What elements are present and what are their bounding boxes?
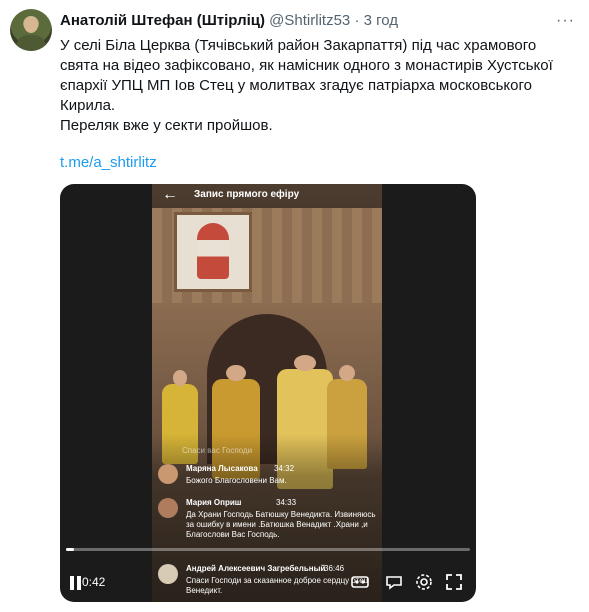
commenter-avatar — [158, 498, 178, 518]
tweet-text-paragraph-1: У селі Біла Церква (Тячівський район Зак… — [60, 37, 553, 114]
icon-painting — [174, 212, 252, 292]
saint-figure — [197, 223, 229, 279]
pause-icon[interactable] — [70, 576, 82, 590]
avatar-face — [24, 17, 38, 33]
commenter-avatar — [158, 464, 178, 484]
back-arrow-icon: ← — [162, 186, 178, 203]
commenter-name: Мария Оприш — [186, 498, 242, 507]
commenter-name: Маряна Лысакова — [186, 464, 258, 473]
video-frame: ← Запис прямого ефіру Спаси вас Господи … — [152, 184, 382, 602]
video-controls: 0:42 — [60, 556, 476, 602]
tweet-text: У селі Біла Церква (Тячівський район Зак… — [60, 36, 572, 136]
live-title: Запис прямого ефіру — [194, 189, 300, 200]
comment-time: 34:32 — [274, 464, 295, 473]
settings-gear-icon[interactable] — [414, 572, 434, 592]
video-timecode: 0:42 — [82, 575, 106, 589]
more-horizontal-icon[interactable]: ··· — [556, 12, 575, 30]
avatar-body — [16, 35, 46, 51]
author-name[interactable]: Анатолій Штефан (Штірліц) — [60, 12, 265, 29]
tweet-card[interactable]: Анатолій Штефан (Штірліц) @Shtirlitz53 ·… — [0, 0, 589, 612]
comment-text: Божого Благословени Вам. — [186, 476, 287, 485]
video-progress-bar[interactable] — [66, 548, 470, 551]
author-handle[interactable]: @Shtirlitz53 — [269, 12, 350, 29]
video-progress-fill — [66, 548, 75, 551]
tweet-time[interactable]: 3 год — [364, 12, 398, 29]
avatar[interactable] — [10, 9, 52, 51]
gif-icon[interactable] — [350, 572, 370, 592]
video-player[interactable]: ← Запис прямого ефіру Спаси вас Господи … — [60, 184, 476, 602]
comment-text: Да Храни Господь Батюшку Венедикта. Изви… — [186, 510, 376, 539]
live-topbar: ← Запис прямого ефіру — [152, 184, 382, 208]
faded-comment: Спаси вас Господи — [182, 446, 253, 455]
captions-icon[interactable] — [384, 572, 404, 592]
comment-time: 34:33 — [276, 498, 297, 507]
separator-dot: · — [354, 12, 360, 29]
fullscreen-icon[interactable] — [444, 572, 464, 592]
tweet-text-paragraph-2: Переляк вже у секти пройшов. — [60, 117, 273, 134]
tweet-header: Анатолій Штефан (Штірліц) @Shtirlitz53 ·… — [60, 12, 549, 29]
telegram-link[interactable]: t.me/a_shtirlitz — [60, 154, 157, 171]
